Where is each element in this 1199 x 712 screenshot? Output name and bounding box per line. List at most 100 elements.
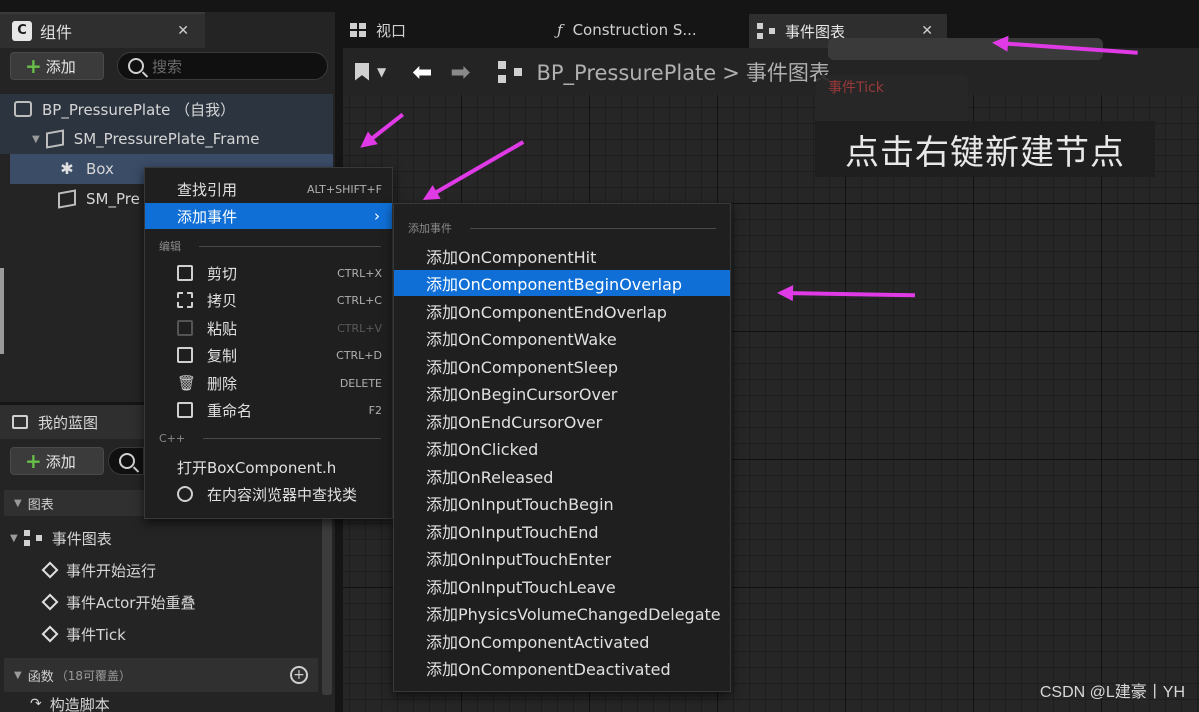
menu-item-label: 拷贝 [207, 291, 238, 310]
function-item-label: 构造脚本 [49, 695, 110, 712]
viewport-icon [350, 23, 366, 37]
tab-viewport-label: 视口 [376, 21, 407, 40]
event-diamond-icon [41, 593, 59, 611]
tree-item-frame[interactable]: ▼ SM_PressurePlate_Frame [0, 124, 333, 154]
menu-item-shortcut: DELETE [339, 376, 382, 390]
tree-item-root[interactable]: BP_PressurePlate （自我） [0, 94, 333, 124]
submenu-item[interactable]: 添加OnEndCursorOver [394, 408, 730, 434]
functions-override-count: （18可覆盖） [55, 668, 131, 683]
tree-item-label: SM_Pre [86, 190, 140, 208]
graph-item-event-graph[interactable]: ▼ 事件图表 [10, 522, 320, 554]
actor-icon [14, 101, 32, 117]
submenu-item[interactable]: 添加OnInputTouchBegin [394, 490, 730, 516]
book-icon [12, 415, 28, 429]
menu-item-shortcut: CTRL+X [337, 266, 382, 280]
event-item-label: 事件开始运行 [66, 561, 157, 580]
menu-item-label: 查找引用 [177, 180, 238, 199]
menu-item-delete[interactable]: 🗑 删除 DELETE [145, 370, 392, 396]
add-component-button[interactable]: + 添加 [10, 52, 104, 80]
submenu-item[interactable]: 添加OnComponentActivated [394, 628, 730, 654]
tab-viewport[interactable]: 视口 [340, 12, 530, 48]
menu-item-label: 删除 [207, 374, 238, 393]
submenu-item[interactable]: 添加OnInputTouchEnd [394, 518, 730, 544]
tab-construction-script[interactable]: ƒ Construction S... [545, 12, 745, 48]
tab-my-blueprint-label: 我的蓝图 [38, 413, 99, 432]
submenu-item[interactable]: 添加OnComponentDeactivated [394, 655, 730, 681]
submenu-item[interactable]: 添加OnInputTouchLeave [394, 573, 730, 599]
section-graphs[interactable]: ▼ 图表 [4, 490, 144, 516]
trash-icon: 🗑 [177, 374, 197, 392]
menu-item-find-references[interactable]: 查找引用 ALT+SHIFT+F [145, 176, 392, 202]
event-item[interactable]: 事件开始运行 [41, 554, 320, 586]
chevron-right-icon: › [374, 207, 380, 225]
menu-item-find-in-browser[interactable]: 在内容浏览器中查找类 [145, 481, 392, 507]
menu-item-label: 打开BoxComponent.h [177, 458, 337, 477]
expand-arrow-icon: ▼ [14, 669, 22, 681]
breadcrumb-separator: > [722, 60, 740, 85]
expand-arrow-icon[interactable]: ▼ [10, 533, 18, 544]
plus-icon: + [25, 449, 42, 473]
copy-icon [177, 292, 193, 308]
submenu-item[interactable]: 添加OnClicked [394, 435, 730, 461]
menu-item-shortcut: CTRL+D [336, 348, 382, 362]
blueprint-search-input[interactable] [108, 447, 144, 475]
rename-icon [177, 402, 193, 418]
chevron-down-icon[interactable]: ▼ [377, 65, 386, 79]
watermark: CSDN @L建豪丨YH [1039, 684, 1185, 701]
function-icon: ↷ [30, 696, 42, 712]
section-functions[interactable]: ▼ 函数 （18可覆盖） + [4, 658, 318, 692]
box-collision-icon: ✱ [60, 159, 74, 178]
close-icon[interactable]: ✕ [177, 23, 189, 39]
menu-item-add-event[interactable]: 添加事件 › [145, 203, 392, 229]
tab-components[interactable]: C 组件 ✕ [0, 12, 205, 48]
menu-item-cut[interactable]: 剪切 CTRL+X [145, 260, 392, 286]
submenu-item[interactable]: 添加OnComponentEndOverlap [394, 298, 730, 324]
breadcrumb-root[interactable]: BP_PressurePlate [536, 61, 716, 85]
tree-item-sm-pre[interactable]: SM_Pre [10, 184, 144, 214]
tree-item-label: SM_PressurePlate_Frame [73, 130, 260, 148]
static-mesh-icon [45, 129, 64, 149]
menu-section-label: C++ [159, 432, 186, 445]
add-component-label: 添加 [45, 57, 76, 76]
tab-my-blueprint[interactable]: 我的蓝图 [0, 405, 145, 439]
menu-item-label: 重命名 [207, 401, 253, 420]
add-blueprint-member-button[interactable]: + 添加 [10, 447, 104, 475]
splitter-handle[interactable] [0, 268, 4, 354]
menu-item-open-header[interactable]: 打开BoxComponent.h [145, 454, 392, 480]
hint-text: 点击右键新建节点 [845, 132, 1125, 173]
browse-icon [177, 486, 193, 502]
add-member-label: 添加 [45, 452, 76, 471]
submenu-item[interactable]: 添加OnInputTouchEnter [394, 545, 730, 571]
submenu-item[interactable]: 添加OnComponentSleep [394, 353, 730, 379]
submenu-item[interactable]: 添加OnComponentWake [394, 325, 730, 351]
section-functions-label: 函数 [27, 669, 54, 685]
menu-item-copy[interactable]: 拷贝 CTRL+C [145, 287, 392, 313]
submenu-item[interactable]: 添加OnComponentBeginOverlap [394, 270, 730, 296]
menu-item-rename[interactable]: 重命名 F2 [145, 397, 392, 423]
menu-item-paste[interactable]: 粘贴 CTRL+V [145, 315, 392, 341]
function-item-construct[interactable]: ↷ 构造脚本 [30, 694, 320, 712]
event-item[interactable]: 事件Actor开始重叠 [41, 586, 320, 618]
menu-item-shortcut: CTRL+C [336, 293, 382, 307]
menu-section-label: 编辑 [159, 240, 181, 253]
menu-item-label: 复制 [207, 346, 238, 365]
submenu-item[interactable]: 添加OnBeginCursorOver [394, 380, 730, 406]
menu-item-label: 添加事件 [177, 207, 238, 226]
back-arrow-icon[interactable]: ⬅ [412, 58, 432, 86]
submenu-item[interactable]: 添加OnReleased [394, 463, 730, 489]
add-function-icon[interactable]: + [290, 666, 308, 684]
submenu-item[interactable]: 添加PhysicsVolumeChangedDelegate [394, 600, 730, 626]
menu-item-duplicate[interactable]: 复制 CTRL+D [145, 342, 392, 368]
submenu-item[interactable]: 添加OnComponentHit [394, 243, 730, 269]
forward-arrow-icon[interactable]: ➡ [450, 58, 470, 86]
close-icon[interactable]: ✕ [921, 23, 933, 39]
menu-item-shortcut: CTRL+V [337, 321, 382, 335]
search-icon [119, 453, 135, 469]
event-item-label: 事件Actor开始重叠 [66, 593, 196, 612]
event-item[interactable]: 事件Tick [41, 618, 320, 650]
components-search-input[interactable]: 搜索 [117, 52, 328, 80]
bookmark-icon[interactable] [355, 62, 369, 81]
event-diamond-icon [41, 625, 59, 643]
menu-item-label: 剪切 [207, 264, 238, 283]
expand-arrow-icon[interactable]: ▼ [32, 134, 40, 145]
